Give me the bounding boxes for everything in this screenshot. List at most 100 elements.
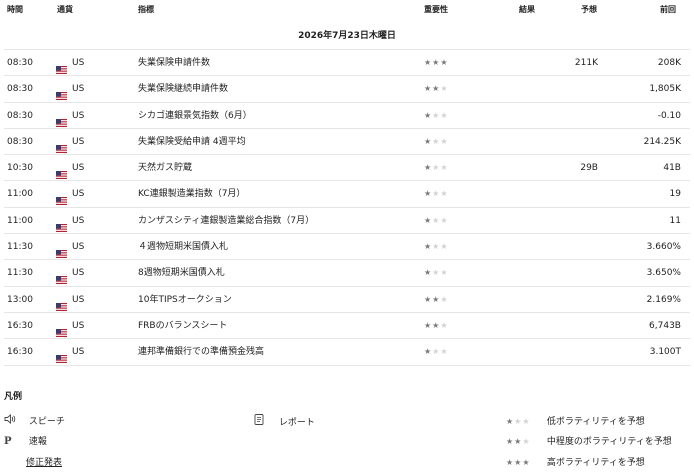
event-time: 16:30 bbox=[7, 320, 33, 331]
event-indicator[interactable]: 失業保険継続申請件数 bbox=[138, 76, 228, 102]
us-flag-icon bbox=[56, 190, 67, 206]
event-indicator[interactable]: ４週物短期米国債入札 bbox=[138, 234, 228, 260]
table-row[interactable]: 16:30 US 連邦準備銀行での準備預金残高 ★★★ 3.100T bbox=[4, 339, 690, 366]
event-indicator[interactable]: シカゴ連銀景気指数（6月） bbox=[138, 103, 252, 129]
us-flag-icon bbox=[56, 85, 67, 101]
event-indicator[interactable]: 10年TIPSオークション bbox=[138, 287, 232, 313]
legend-title: 凡例 bbox=[4, 392, 23, 402]
us-flag-icon bbox=[56, 243, 67, 259]
table-row[interactable]: 11:30 US ４週物短期米国債入札 ★★★ 3.660% bbox=[4, 234, 690, 261]
importance-stars: ★★★ bbox=[424, 320, 449, 330]
table-row[interactable]: 11:00 US KC連銀製造業指数（7月） ★★★ 19 bbox=[4, 181, 690, 208]
event-previous: 214.25K bbox=[643, 136, 681, 147]
us-flag-icon bbox=[56, 112, 67, 127]
col-currency[interactable]: 通貨 bbox=[57, 4, 73, 15]
event-previous: 3.660% bbox=[646, 242, 681, 253]
legend-low-label: 低ボラティリティを予想 bbox=[546, 417, 645, 427]
legend-report-label: レポート bbox=[278, 418, 315, 428]
importance-stars: ★★★ bbox=[424, 268, 449, 278]
table-row[interactable]: 13:00 US 10年TIPSオークション ★★★ 2.169% bbox=[4, 287, 690, 313]
col-previous[interactable]: 前回 bbox=[660, 4, 676, 15]
importance-stars: ★★★ bbox=[424, 84, 449, 94]
table-row[interactable]: 08:30 US 失業保険継続申請件数 ★★★ 1,805K bbox=[4, 76, 690, 103]
event-list: 08:30 US 失業保険申請件数 ★★★ 211K 208K 08:30 US 失業保険継続申… bbox=[4, 50, 690, 366]
event-currency: US bbox=[72, 163, 85, 174]
event-indicator[interactable]: 天然ガス貯蔵 bbox=[138, 155, 192, 181]
event-currency: US bbox=[72, 215, 85, 226]
table-header: 時間 通貨 指標 重要性 結果 予想 前回 bbox=[0, 0, 694, 20]
event-previous: 2.169% bbox=[646, 294, 681, 305]
col-importance[interactable]: 重要性 bbox=[424, 4, 448, 15]
col-forecast[interactable]: 予想 bbox=[581, 4, 597, 15]
speaker-icon bbox=[4, 414, 20, 427]
star-icon: ★★★ bbox=[506, 458, 531, 467]
table-row[interactable]: 08:30 US シカゴ連銀景気指数（6月） ★★★ -0.10 bbox=[4, 103, 690, 129]
legend-preliminary-label: 速報 bbox=[28, 437, 47, 447]
us-flag-icon bbox=[56, 348, 67, 364]
event-currency: US bbox=[72, 268, 85, 279]
event-previous: 11 bbox=[669, 215, 681, 226]
legend-low: ★★★ 低ボラティリティを予想 bbox=[506, 414, 645, 427]
event-indicator[interactable]: 失業保険申請件数 bbox=[138, 50, 210, 76]
us-flag-icon bbox=[56, 296, 67, 311]
star-icon: ★★★ bbox=[506, 437, 531, 446]
event-indicator[interactable]: FRBのバランスシート bbox=[138, 313, 227, 339]
event-previous: -0.10 bbox=[657, 110, 681, 121]
event-forecast: 211K bbox=[574, 58, 598, 68]
event-previous: 6,743B bbox=[649, 320, 681, 331]
event-currency: US bbox=[72, 136, 85, 147]
event-time: 11:00 bbox=[7, 215, 33, 226]
event-currency: US bbox=[72, 84, 85, 95]
legend-high: ★★★ 高ボラティリティを予想 bbox=[506, 455, 645, 468]
event-time: 08:30 bbox=[7, 58, 33, 68]
event-currency: US bbox=[72, 58, 85, 68]
importance-stars: ★★★ bbox=[424, 215, 449, 225]
col-time[interactable]: 時間 bbox=[7, 4, 23, 15]
event-time: 11:30 bbox=[7, 242, 33, 253]
legend-revision-label[interactable]: 修正発表 bbox=[26, 458, 62, 468]
table-row[interactable]: 08:30 US 失業保険申請件数 ★★★ 211K 208K bbox=[4, 50, 690, 77]
document-icon bbox=[254, 414, 270, 428]
event-time: 13:00 bbox=[7, 294, 33, 305]
importance-stars: ★★★ bbox=[424, 347, 449, 357]
event-previous: 3.100T bbox=[649, 347, 681, 358]
event-previous: 41B bbox=[663, 163, 681, 174]
event-time: 11:30 bbox=[7, 268, 33, 279]
us-flag-icon bbox=[56, 269, 67, 285]
table-row[interactable]: 11:30 US 8週物短期米国債入札 ★★★ 3.650% bbox=[4, 260, 690, 287]
event-time: 08:30 bbox=[7, 136, 33, 147]
event-currency: US bbox=[72, 294, 85, 305]
legend-medium-label: 中程度のボラティリティを予想 bbox=[546, 437, 672, 447]
col-result[interactable]: 結果 bbox=[519, 4, 535, 15]
table-row[interactable]: 11:00 US カンザスシティ連銀製造業総合指数（7月） ★★★ 11 bbox=[4, 208, 690, 235]
col-indicator[interactable]: 指標 bbox=[138, 4, 154, 15]
event-currency: US bbox=[72, 320, 85, 331]
star-icon: ★★★ bbox=[506, 417, 531, 426]
importance-stars: ★★★ bbox=[424, 136, 449, 146]
date-header: 2026年7月23日木曜日 bbox=[4, 22, 690, 50]
event-currency: US bbox=[72, 347, 85, 358]
legend-report: レポート bbox=[254, 414, 315, 428]
legend-speech-label: スピーチ bbox=[28, 417, 65, 427]
event-time: 11:00 bbox=[7, 189, 33, 200]
us-flag-icon bbox=[56, 138, 67, 153]
event-time: 10:30 bbox=[7, 163, 33, 174]
table-row[interactable]: 08:30 US 失業保険受給申請 4週平均 ★★★ 214.25K bbox=[4, 129, 690, 156]
event-time: 08:30 bbox=[7, 84, 33, 95]
legend-revision[interactable]: 修正発表 bbox=[26, 455, 62, 468]
event-indicator[interactable]: 8週物短期米国債入札 bbox=[138, 260, 225, 286]
event-time: 08:30 bbox=[7, 110, 33, 121]
event-indicator[interactable]: カンザスシティ連銀製造業総合指数（7月） bbox=[138, 208, 314, 234]
table-row[interactable]: 10:30 US 天然ガス貯蔵 ★★★ 29B 41B bbox=[4, 155, 690, 182]
event-time: 16:30 bbox=[7, 347, 33, 358]
economic-calendar: 時間 通貨 指標 重要性 結果 予想 前回 2026年7月23日木曜日 08:3… bbox=[0, 0, 694, 475]
us-flag-icon bbox=[56, 322, 67, 337]
table-row[interactable]: 16:30 US FRBのバランスシート ★★★ 6,743B bbox=[4, 313, 690, 340]
importance-stars: ★★★ bbox=[424, 294, 449, 304]
event-previous: 208K bbox=[657, 58, 681, 68]
event-indicator[interactable]: 失業保険受給申請 4週平均 bbox=[138, 129, 246, 155]
importance-stars: ★★★ bbox=[424, 163, 449, 173]
event-indicator[interactable]: 連邦準備銀行での準備預金残高 bbox=[138, 339, 264, 365]
us-flag-icon bbox=[56, 217, 67, 232]
event-indicator[interactable]: KC連銀製造業指数（7月） bbox=[138, 181, 245, 207]
